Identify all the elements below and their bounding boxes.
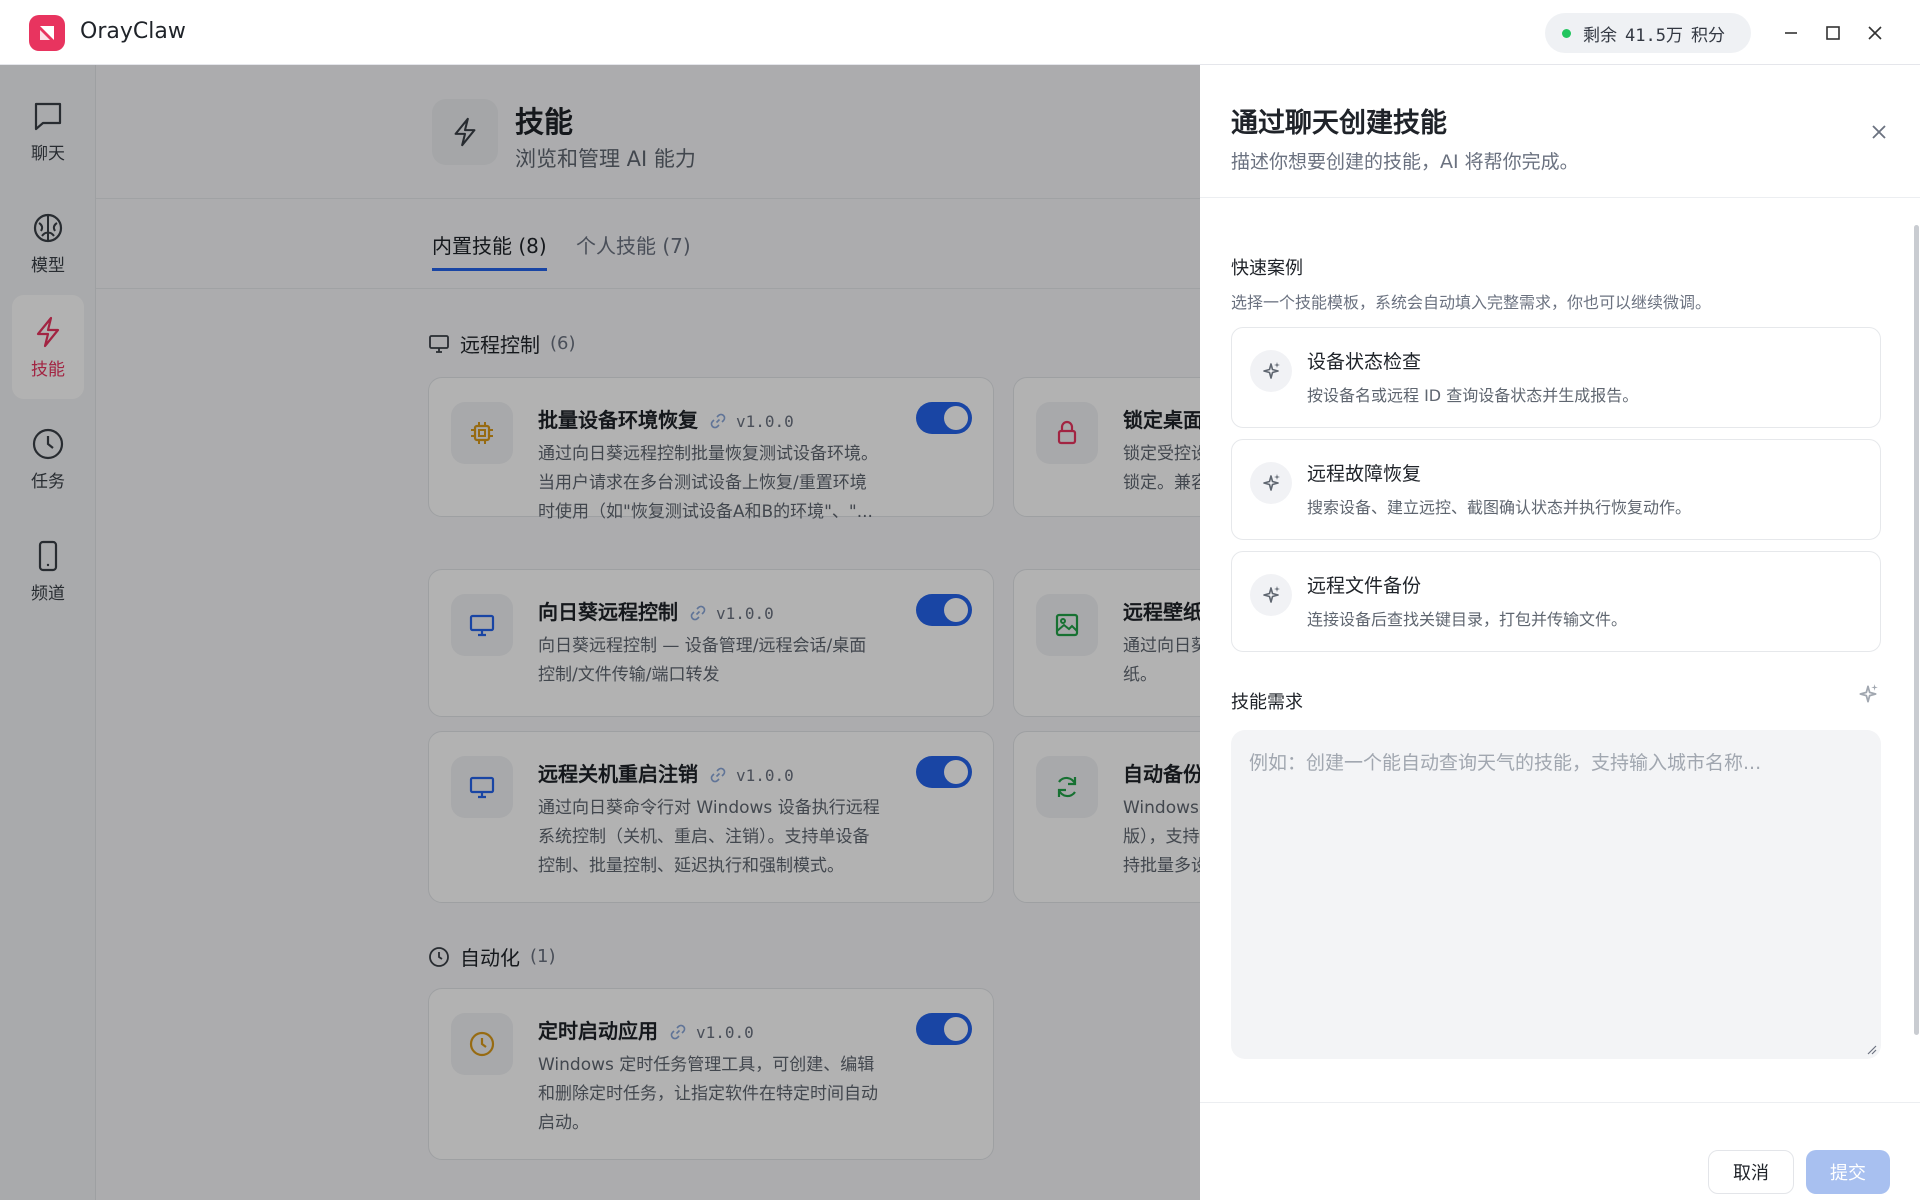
skill-requirement-label: 技能需求 [1231,692,1303,713]
submit-button[interactable]: 提交 [1806,1150,1890,1194]
credits-badge[interactable]: 剩余 41.5万 积分 [1545,13,1751,53]
resize-grip-icon[interactable] [1867,1045,1877,1055]
app-title: OrayClaw [80,19,186,44]
sparkle-icon [1250,462,1292,504]
cancel-button[interactable]: 取消 [1708,1150,1794,1194]
app-logo [29,15,65,51]
minimize-icon [1785,32,1797,34]
quick-case-title: 远程故障恢复 [1307,463,1422,485]
quick-case-description: 按设备名或远程 ID 查询设备状态并生成报告。 [1307,386,1639,405]
drawer-title: 通过聊天创建技能 [1231,108,1447,139]
create-skill-drawer: 通过聊天创建技能 描述你想要创建的技能，AI 将帮你完成。 快速案例 选择一个技… [1200,65,1920,1200]
drawer-divider [1200,197,1920,198]
quick-case-device-status[interactable]: 设备状态检查 按设备名或远程 ID 查询设备状态并生成报告。 [1231,327,1881,428]
credits-amount: 41.5万 [1625,25,1683,46]
quick-case-description: 搜索设备、建立远控、截图确认状态并执行恢复动作。 [1307,498,1692,517]
sparkle-icon [1859,684,1878,703]
drawer-footer: 取消 提交 [1200,1102,1920,1200]
quick-case-title: 设备状态检查 [1307,351,1422,373]
ai-generate-button[interactable] [1856,682,1880,706]
sparkle-icon [1250,350,1292,392]
maximize-button[interactable] [1818,18,1848,48]
title-bar: OrayClaw 剩余 41.5万 积分 [0,0,1920,65]
quick-case-title: 远程文件备份 [1307,575,1422,597]
minimize-button[interactable] [1776,18,1806,48]
quick-case-fault-recovery[interactable]: 远程故障恢复 搜索设备、建立远控、截图确认状态并执行恢复动作。 [1231,439,1881,540]
modal-overlay[interactable] [0,65,1200,1200]
quick-cases-hint: 选择一个技能模板，系统会自动填入完整需求，你也可以继续微调。 [1231,293,1712,312]
quick-case-description: 连接设备后查找关键目录，打包并传输文件。 [1307,610,1628,629]
maximize-icon [1826,26,1840,40]
close-icon [1868,26,1882,40]
drawer-subtitle: 描述你想要创建的技能，AI 将帮你完成。 [1231,151,1579,173]
credits-unit: 积分 [1690,25,1725,46]
drawer-scrollbar[interactable] [1914,225,1919,1035]
close-window-button[interactable] [1860,18,1890,48]
credits-prefix: 剩余 [1583,25,1617,46]
quick-cases-label: 快速案例 [1231,258,1303,279]
close-icon [1872,125,1886,139]
quick-case-file-backup[interactable]: 远程文件备份 连接设备后查找关键目录，打包并传输文件。 [1231,551,1881,652]
status-dot [1562,28,1571,38]
sparkle-icon [1250,574,1292,616]
skill-requirement-input[interactable] [1231,730,1881,1059]
drawer-close-button[interactable] [1865,118,1893,146]
